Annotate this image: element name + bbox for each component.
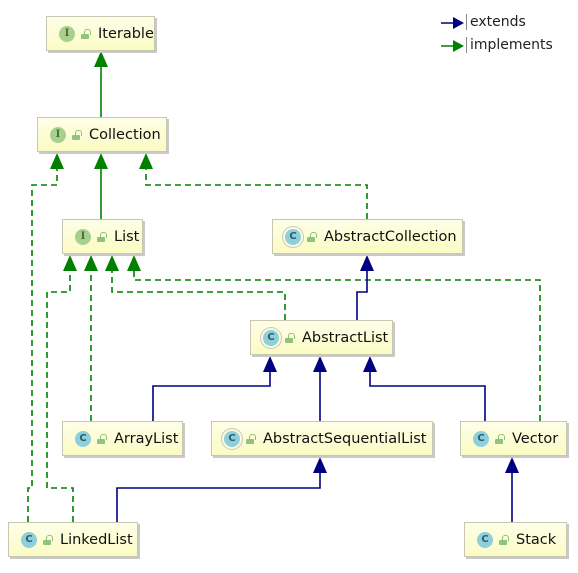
node-label: AbstractSequentialList (263, 430, 427, 447)
edge-linkedlist-list (46, 270, 74, 522)
arrowhead-icon (84, 255, 98, 271)
edge-abstractlist-list (111, 270, 286, 320)
public-lock-icon (307, 231, 317, 242)
node-stack[interactable]: C Stack (464, 522, 567, 557)
legend-implements-label: implements (470, 37, 553, 53)
edge-arraylist-abstractlist (152, 371, 271, 421)
edge-abstractcollection-collection (145, 168, 368, 219)
legend-extends-label: extends (470, 14, 526, 30)
node-label: Iterable (98, 25, 154, 42)
node-label: List (114, 228, 140, 245)
edges-layer (27, 17, 541, 522)
arrowhead-icon (94, 51, 108, 67)
class-icon: C (75, 430, 91, 447)
arrowhead-icon (139, 153, 153, 169)
node-label: Vector (512, 430, 559, 447)
abstract-class-icon: C (285, 228, 301, 245)
interface-icon: I (75, 228, 91, 245)
arrowhead-icon (360, 255, 374, 271)
public-lock-icon (72, 129, 82, 140)
node-array-list[interactable]: C ArrayList (62, 421, 183, 456)
public-lock-icon (43, 534, 53, 545)
public-lock-icon (246, 433, 256, 444)
arrowhead-icon (263, 356, 277, 372)
node-label: LinkedList (60, 531, 133, 548)
public-lock-icon (499, 534, 509, 545)
node-label: Stack (516, 531, 557, 548)
public-lock-icon (285, 332, 295, 343)
node-label: Collection (89, 126, 161, 143)
node-abstract-collection[interactable]: C AbstractCollection (272, 219, 463, 254)
abstract-class-icon: C (224, 430, 240, 447)
arrowhead-icon (50, 153, 64, 169)
node-label: AbstractList (302, 329, 389, 346)
arrowhead-icon (127, 255, 141, 271)
node-abstract-sequential-list[interactable]: C AbstractSequentialList (211, 421, 433, 456)
node-collection[interactable]: I Collection (37, 117, 167, 152)
abstract-class-icon: C (263, 329, 279, 346)
node-list[interactable]: I List (62, 219, 143, 254)
legend-implements: implements (466, 37, 553, 53)
arrowhead-icon (94, 153, 108, 169)
arrowhead-icon (363, 356, 377, 372)
arrowhead-icon (105, 255, 119, 271)
public-lock-icon (81, 28, 91, 39)
arrowhead-icon (313, 457, 327, 473)
legend-extends: extends (466, 14, 526, 30)
node-iterable[interactable]: I Iterable (46, 16, 155, 51)
arrowhead-icon (313, 356, 327, 372)
public-lock-icon (495, 433, 505, 444)
class-icon: C (477, 531, 493, 548)
legend-extends-arrow-icon (453, 17, 464, 29)
interface-icon: I (59, 25, 75, 42)
edge-vector-abstractlist (369, 371, 486, 421)
public-lock-icon (97, 231, 107, 242)
interface-icon: I (50, 126, 66, 143)
node-label: ArrayList (114, 430, 179, 447)
arrowhead-icon (505, 457, 519, 473)
class-icon: C (473, 430, 489, 447)
node-linked-list[interactable]: C LinkedList (8, 522, 138, 557)
node-abstract-list[interactable]: C AbstractList (250, 320, 393, 355)
node-label: AbstractCollection (324, 228, 457, 245)
edge-abstractlist-abstractcollection (356, 270, 368, 320)
public-lock-icon (97, 433, 107, 444)
edge-linkedlist-abstractsequentiallist (116, 472, 321, 522)
legend-implements-arrow-icon (453, 40, 464, 52)
class-icon: C (21, 531, 37, 548)
node-vector[interactable]: C Vector (460, 421, 567, 456)
arrowhead-icon (63, 255, 77, 271)
edge-linkedlist-collection (27, 168, 58, 522)
